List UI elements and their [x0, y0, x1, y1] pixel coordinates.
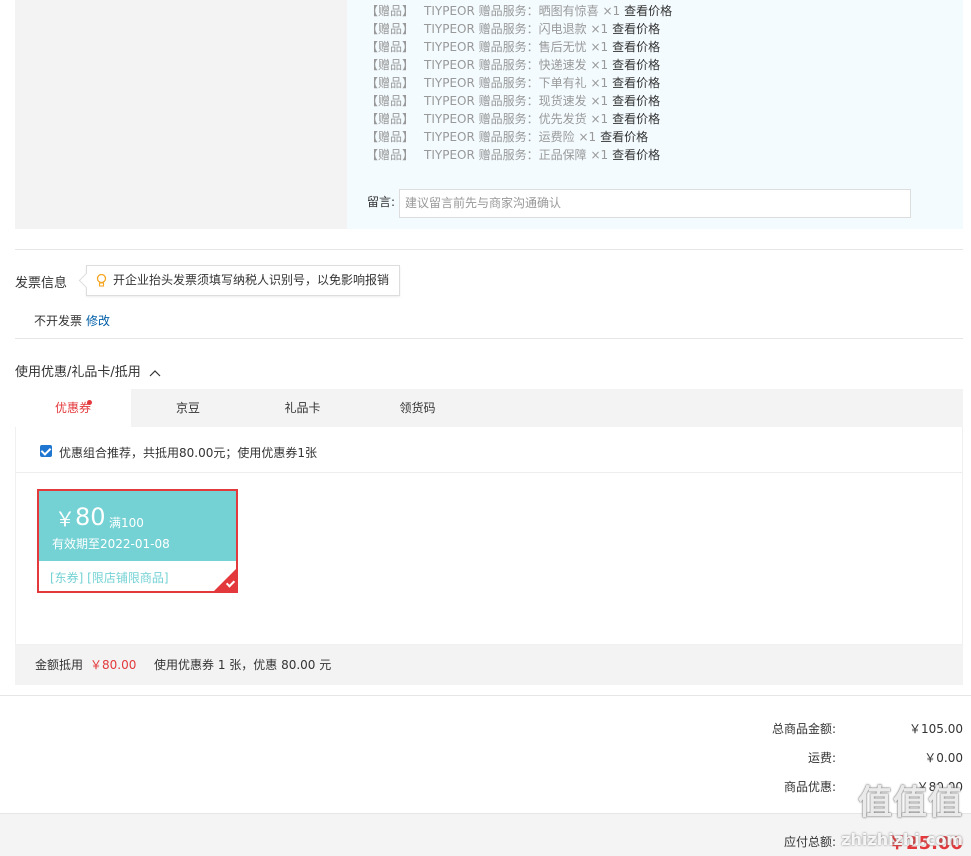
- coupon-validity: 有效期至2022-01-08: [52, 537, 170, 551]
- invoice-edit-link[interactable]: 修改: [86, 314, 110, 328]
- invoice-tip-text: 开企业抬头发票须填写纳税人识别号，以免影响报销: [113, 273, 390, 287]
- gift-name: TIYPEOR 赠品服务：闪电退款: [424, 22, 587, 36]
- gift-row: 【赠品】 TIYPEOR 赠品服务：下单有礼 ×1 查看价格: [366, 74, 660, 92]
- summary-label: 金额抵用: [35, 658, 84, 672]
- gift-row: 【赠品】 TIYPEOR 赠品服务：快递速发 ×1 查看价格: [366, 56, 660, 74]
- invoice-title: 发票信息: [15, 276, 68, 291]
- watermark-logo: 值值值: [858, 783, 963, 823]
- tab-label: 优惠券: [54, 401, 91, 415]
- lightbulb-icon: [96, 274, 107, 287]
- gift-qty: ×1: [602, 4, 621, 18]
- gift-name: TIYPEOR 赠品服务：售后无忧: [424, 40, 587, 54]
- gift-price-link[interactable]: 查看价格: [612, 40, 660, 54]
- gift-price-link[interactable]: 查看价格: [612, 22, 660, 36]
- gift-name: TIYPEOR 赠品服务：运费险: [424, 130, 575, 144]
- coupon-currency: ￥: [55, 507, 75, 531]
- coupon-amount: 80: [75, 503, 106, 531]
- summary-amount: ￥80.00: [90, 658, 137, 672]
- chevron-up-icon[interactable]: [149, 369, 161, 377]
- gift-tag: 【赠品】: [366, 22, 415, 36]
- items-total-value: ￥105.00: [909, 722, 963, 736]
- gift-name: TIYPEOR 赠品服务：正品保障: [424, 148, 587, 162]
- invoice-tip: 开企业抬头发票须填写纳税人识别号，以免影响报销: [86, 265, 401, 296]
- gift-row: 【赠品】 TIYPEOR 赠品服务：闪电退款 ×1 查看价格: [366, 20, 660, 38]
- gift-tag: 【赠品】: [366, 130, 415, 144]
- gift-row: 【赠品】 TIYPEOR 赠品服务：晒图有惊喜 ×1 查看价格: [366, 2, 672, 20]
- gift-price-link[interactable]: 查看价格: [612, 58, 660, 72]
- gift-row: 【赠品】 TIYPEOR 赠品服务：售后无忧 ×1 查看价格: [366, 38, 660, 56]
- coupon-face: ￥ 80 满100 有效期至2022-01-08: [39, 491, 236, 561]
- gift-qty: ×1: [590, 58, 609, 72]
- gift-qty: ×1: [590, 76, 609, 90]
- gift-qty: ×1: [578, 130, 597, 144]
- gift-tag: 【赠品】: [366, 4, 415, 18]
- gift-price-link[interactable]: 查看价格: [612, 76, 660, 90]
- tab-claimcode[interactable]: 领货码: [360, 389, 475, 427]
- new-dot: [87, 400, 92, 405]
- message-label: 留言:: [367, 195, 396, 209]
- gift-price-link[interactable]: 查看价格: [612, 94, 660, 108]
- invoice-status: 不开发票 修改: [34, 312, 110, 329]
- gift-name: TIYPEOR 赠品服务：快递速发: [424, 58, 587, 72]
- gift-row: 【赠品】 TIYPEOR 赠品服务：现货速发 ×1 查看价格: [366, 92, 660, 110]
- discount-summary: 金额抵用 ￥80.00 使用优惠券 1 张，优惠 80.00 元: [15, 645, 963, 685]
- gift-price-link[interactable]: 查看价格: [600, 130, 648, 144]
- discount-title-text: 使用优惠/礼品卡/抵用: [15, 365, 141, 380]
- tab-jingdou[interactable]: 京豆: [131, 389, 245, 427]
- discount-tabs: 优惠券 京豆 礼品卡 领货码: [15, 389, 963, 427]
- gift-qty: ×1: [590, 94, 609, 108]
- gift-price-link[interactable]: 查看价格: [612, 148, 660, 162]
- gift-row: 【赠品】 TIYPEOR 赠品服务：优先发货 ×1 查看价格: [366, 110, 660, 128]
- combo-text: 优惠组合推荐，共抵用80.00元；使用优惠券1张: [59, 446, 317, 460]
- gift-price-link[interactable]: 查看价格: [624, 4, 672, 18]
- discount-title[interactable]: 使用优惠/礼品卡/抵用: [15, 361, 161, 380]
- summary-text: 使用优惠券 1 张，优惠 80.00 元: [154, 658, 332, 672]
- gift-name: TIYPEOR 赠品服务：下单有礼: [424, 76, 587, 90]
- divider: [15, 338, 963, 339]
- gift-tag: 【赠品】: [366, 58, 415, 72]
- gift-tag: 【赠品】: [366, 112, 415, 126]
- gift-price-link[interactable]: 查看价格: [612, 112, 660, 126]
- coupon-condition: 满100: [109, 516, 144, 530]
- coupon-tags: [东券] [限店铺限商品]: [50, 571, 169, 585]
- coupon-card[interactable]: ￥ 80 满100 有效期至2022-01-08 [东券] [限店铺限商品]: [37, 489, 238, 593]
- watermark-site: zhizhizhi.com: [841, 830, 963, 849]
- items-total-label: 总商品金额:: [771, 722, 836, 736]
- gift-qty: ×1: [590, 148, 609, 162]
- gift-qty: ×1: [590, 40, 609, 54]
- shipping-value: ￥0.00: [924, 751, 963, 765]
- invoice-status-text: 不开发票: [34, 314, 83, 328]
- gift-qty: ×1: [590, 112, 609, 126]
- gift-name: TIYPEOR 赠品服务：优先发货: [424, 112, 587, 126]
- gift-name: TIYPEOR 赠品服务：现货速发: [424, 94, 587, 108]
- divider: [0, 695, 971, 696]
- tab-giftcard[interactable]: 礼品卡: [245, 389, 360, 427]
- message-input[interactable]: 建议留言前先与商家沟通确认: [399, 189, 911, 218]
- shipping-label: 运费:: [807, 751, 836, 765]
- divider: [16, 472, 962, 473]
- tab-coupon[interactable]: 优惠券: [15, 389, 131, 427]
- gift-tag: 【赠品】: [366, 76, 415, 90]
- gift-name: TIYPEOR 赠品服务：晒图有惊喜: [424, 4, 599, 18]
- gift-tag: 【赠品】: [366, 94, 415, 108]
- gift-tag: 【赠品】: [366, 148, 415, 162]
- promo-label: 商品优惠:: [783, 780, 836, 794]
- combo-checkbox[interactable]: [40, 445, 52, 457]
- divider: [15, 249, 963, 250]
- gift-tag: 【赠品】: [366, 40, 415, 54]
- gift-row: 【赠品】 TIYPEOR 赠品服务：运费险 ×1 查看价格: [366, 128, 648, 146]
- gift-qty: ×1: [590, 22, 609, 36]
- payable-label: 应付总额:: [783, 835, 836, 849]
- gift-row: 【赠品】 TIYPEOR 赠品服务：正品保障 ×1 查看价格: [366, 146, 660, 164]
